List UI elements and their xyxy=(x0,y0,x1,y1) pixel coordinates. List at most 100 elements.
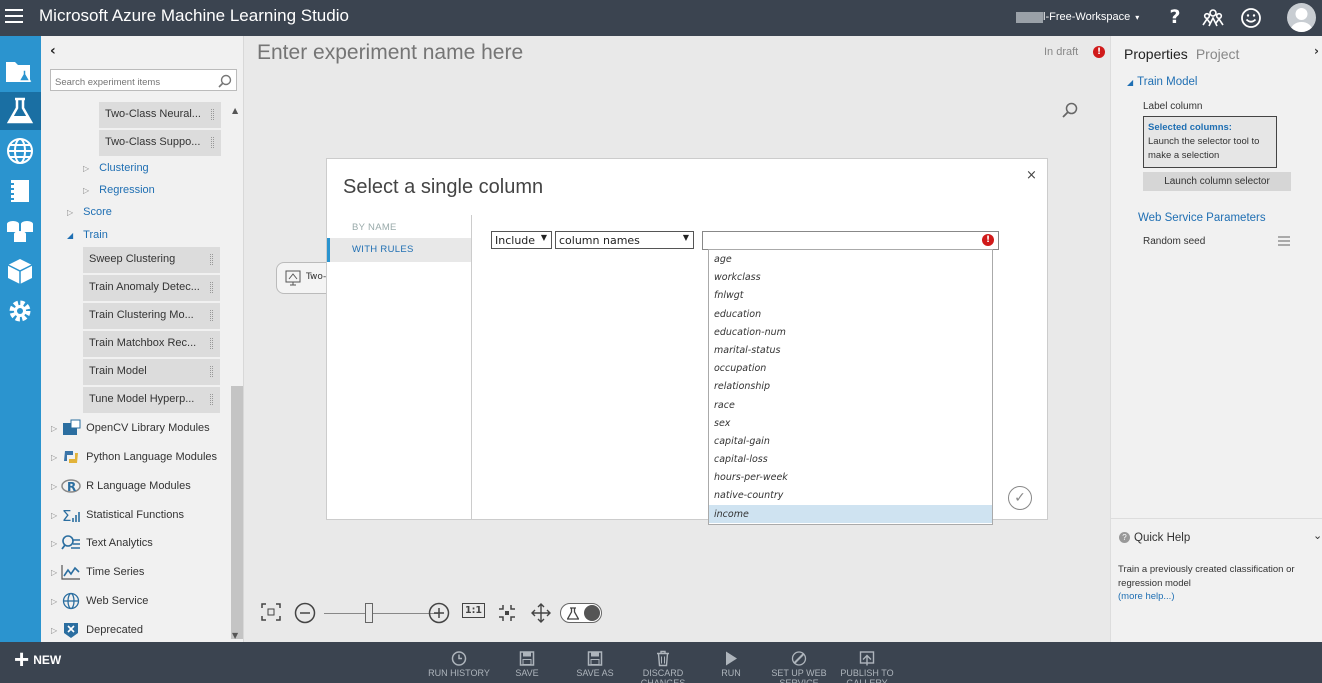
left-nav-rail xyxy=(0,36,41,642)
column-option[interactable]: workclass xyxy=(709,268,992,286)
experiments-flask-icon[interactable] xyxy=(0,92,41,130)
tab-with-rules[interactable]: WITH RULES xyxy=(327,238,471,262)
search-experiment-items[interactable] xyxy=(50,69,237,93)
category-text-analytics[interactable]: ▷ Text Analytics xyxy=(51,534,153,552)
palette-scrollbar[interactable]: ▲ ▼ xyxy=(230,106,243,642)
hamburger-menu-icon[interactable] xyxy=(5,9,23,25)
palette-module-item[interactable]: Sweep Clustering xyxy=(83,247,220,273)
app-title: Microsoft Azure Machine Learning Studio xyxy=(39,6,349,25)
palette-module-item[interactable]: Tune Model Hyperp... xyxy=(83,387,220,413)
include-select[interactable]: Include ▼ xyxy=(491,231,552,249)
category-time-series[interactable]: ▷ Time Series xyxy=(51,563,144,581)
category-web-service[interactable]: ▷ Web Service xyxy=(51,592,148,610)
palette-module-item[interactable]: Two-Class Neural... xyxy=(99,102,221,128)
deprecated-icon xyxy=(61,621,81,639)
web-services-globe-icon[interactable] xyxy=(0,132,41,170)
trained-models-cube-icon[interactable] xyxy=(0,252,41,290)
history-icon xyxy=(451,651,467,666)
new-label: NEW xyxy=(33,653,62,667)
pan-icon[interactable] xyxy=(530,602,552,628)
tab-project[interactable]: Project xyxy=(1196,46,1240,62)
publish-to-gallery-button[interactable]: PUBLISH TO GALLERY xyxy=(827,650,907,683)
zoom-in-icon[interactable] xyxy=(428,602,450,628)
redacted-block xyxy=(1016,11,1043,23)
collapse-palette-icon[interactable]: ‹ xyxy=(50,43,56,59)
scroll-up-icon[interactable]: ▲ xyxy=(232,106,238,115)
tree-node-score[interactable]: ▷ Score xyxy=(67,206,112,218)
category-opencv[interactable]: ▷ OpenCV Library Modules xyxy=(51,419,210,437)
column-option[interactable]: fnlwgt xyxy=(709,286,992,304)
rule-type-select[interactable]: column names ▼ xyxy=(555,231,694,249)
category-statistical[interactable]: ▷ Σ Statistical Functions xyxy=(51,506,184,525)
tree-node-train[interactable]: ◢ Train xyxy=(67,229,108,241)
more-help-link[interactable]: (more help...) xyxy=(1118,591,1175,602)
column-option[interactable]: occupation xyxy=(709,359,992,377)
palette-module-item[interactable]: Train Matchbox Rec... xyxy=(83,331,220,357)
parameter-menu-icon[interactable] xyxy=(1278,236,1290,248)
tab-by-name[interactable]: BY NAME xyxy=(327,216,471,240)
quick-help-title: ? Quick Help xyxy=(1119,532,1190,544)
minimap-toggle[interactable] xyxy=(560,603,602,623)
column-option[interactable]: hours-per-week xyxy=(709,468,992,486)
palette-module-item[interactable]: Train Anomaly Detec... xyxy=(83,275,220,301)
search-input[interactable] xyxy=(51,72,211,93)
category-deprecated[interactable]: ▷ Deprecated xyxy=(51,621,143,639)
column-option[interactable]: age xyxy=(709,250,992,268)
fit-selection-icon[interactable] xyxy=(496,602,518,628)
column-name-input[interactable]: ! xyxy=(702,231,999,250)
help-icon[interactable]: ? xyxy=(1164,7,1186,29)
ok-check-button[interactable]: ✓ xyxy=(1008,486,1032,510)
palette-module-item[interactable]: Train Model xyxy=(83,359,220,385)
workspace-selector[interactable]: l-Free-Workspace ▾ xyxy=(1016,11,1139,23)
launch-column-selector-button[interactable]: Launch column selector xyxy=(1143,172,1291,191)
column-option[interactable]: income xyxy=(709,504,992,523)
search-icon[interactable] xyxy=(218,73,232,92)
datasets-icon[interactable] xyxy=(0,212,41,250)
avatar[interactable] xyxy=(1287,3,1316,32)
community-icon[interactable] xyxy=(1202,7,1224,29)
actual-size-button[interactable]: 1:1 xyxy=(462,603,486,618)
column-option[interactable]: capital-gain xyxy=(709,432,992,450)
projects-icon[interactable] xyxy=(0,52,41,90)
close-icon[interactable]: × xyxy=(1026,168,1037,183)
tree-node-clustering[interactable]: ▷ Clustering xyxy=(83,162,149,174)
column-option[interactable]: marital-status xyxy=(709,341,992,359)
category-r[interactable]: ▷ R R Language Modules xyxy=(51,477,191,495)
feedback-smile-icon[interactable] xyxy=(1240,7,1262,29)
collapse-panel-icon[interactable]: › xyxy=(1314,44,1319,58)
column-option[interactable]: relationship xyxy=(709,377,992,395)
column-option[interactable]: education-num xyxy=(709,323,992,341)
section-train-model[interactable]: ◢ Train Model xyxy=(1127,76,1197,88)
chevron-down-icon[interactable]: ⌄ xyxy=(1313,529,1322,542)
palette-module-item[interactable]: Train Clustering Mo... xyxy=(83,303,220,329)
column-option[interactable]: education xyxy=(709,305,992,323)
zoom-slider-thumb[interactable] xyxy=(365,603,373,623)
palette-module-item[interactable]: Two-Class Suppo... xyxy=(99,130,221,156)
draft-status: In draft xyxy=(1044,46,1079,58)
fit-to-screen-icon[interactable] xyxy=(260,602,282,626)
scroll-thumb[interactable] xyxy=(231,386,243,639)
selected-columns-title: Selected columns: xyxy=(1148,122,1232,133)
command-label: RUN xyxy=(721,668,741,678)
web-service-parameters-link[interactable]: Web Service Parameters xyxy=(1138,212,1266,224)
error-icon[interactable]: ! xyxy=(1093,46,1105,58)
notebooks-icon[interactable] xyxy=(0,172,41,210)
toggle-knob xyxy=(584,605,600,621)
new-button[interactable]: + NEW xyxy=(14,646,62,672)
module-palette: ‹ Two-Class Neural... Two-Class Suppo...… xyxy=(41,36,244,642)
experiment-name-input[interactable] xyxy=(257,41,857,65)
tree-node-regression[interactable]: ▷ Regression xyxy=(83,184,155,196)
bottom-command-bar: + NEW RUN HISTORY SAVE SAVE AS DISCARD CH… xyxy=(0,642,1322,683)
column-option[interactable]: race xyxy=(709,396,992,414)
zoom-out-icon[interactable] xyxy=(294,602,316,628)
column-option[interactable]: sex xyxy=(709,414,992,432)
settings-gear-icon[interactable] xyxy=(0,292,41,330)
tab-properties[interactable]: Properties xyxy=(1124,46,1188,62)
column-option[interactable]: native-country xyxy=(709,486,992,504)
column-option[interactable]: capital-loss xyxy=(709,450,992,468)
category-python[interactable]: ▷ Python Language Modules xyxy=(51,448,217,466)
zoom-slider-track[interactable] xyxy=(324,613,438,614)
command-label: SAVE xyxy=(515,668,539,678)
search-icon[interactable] xyxy=(1062,102,1078,122)
scroll-down-icon[interactable]: ▼ xyxy=(232,631,238,640)
